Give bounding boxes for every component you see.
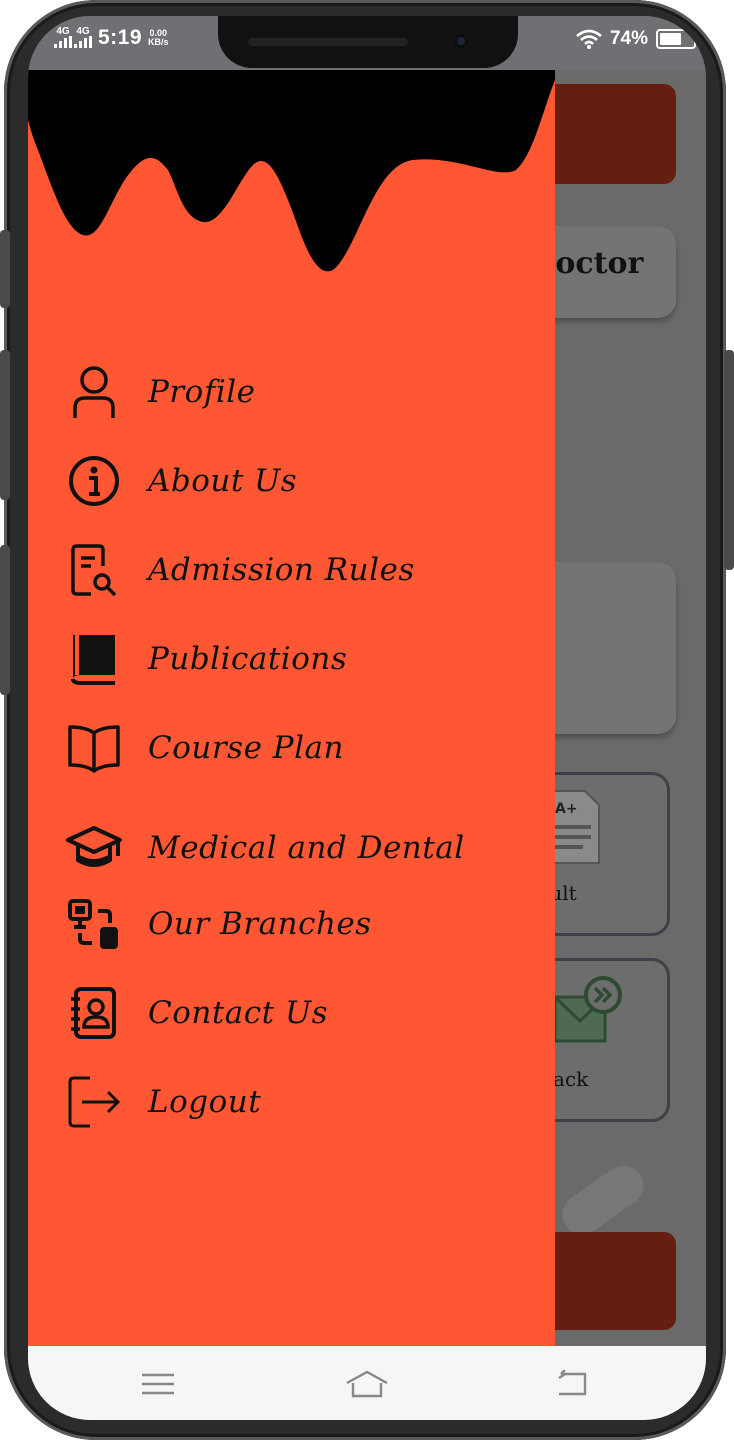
menu-item-profile[interactable]: Profile — [66, 360, 256, 424]
drawer-header-wave — [28, 70, 555, 272]
home-icon — [346, 1370, 388, 1398]
background-decoration — [554, 1157, 652, 1243]
menu-item-about-us[interactable]: About Us — [66, 449, 297, 513]
open-book-icon — [66, 720, 122, 776]
clock: 5:19 — [98, 26, 143, 49]
menu-item-label: Our Branches — [148, 906, 372, 942]
navigation-drawer: Profile About Us Admission Rules Publica… — [28, 70, 555, 1346]
wifi-icon — [576, 29, 602, 49]
menu-item-our-branches[interactable]: Our Branches — [66, 892, 372, 956]
svg-text:A+: A+ — [555, 801, 578, 817]
menu-icon — [142, 1373, 174, 1395]
branches-icon — [66, 896, 122, 952]
menu-item-label: Admission Rules — [148, 552, 415, 588]
menu-item-contact-us[interactable]: Contact Us — [66, 981, 328, 1045]
feedback-mail-icon — [553, 976, 622, 1043]
screen: 4G 4G 5:19 0.00 KB/s 74% loctor A+ Profi… — [28, 16, 706, 1420]
signal-icon: 4G 4G — [54, 26, 92, 50]
menu-item-admission-rules[interactable]: Admission Rules — [66, 538, 415, 602]
menu-item-label: Profile — [148, 374, 256, 410]
back-icon — [558, 1370, 587, 1396]
menu-item-label: Course Plan — [148, 730, 344, 766]
menu-item-label: Logout — [148, 1084, 262, 1120]
book-icon — [66, 631, 122, 687]
menu-item-label: Publications — [148, 641, 348, 677]
menu-item-label: Medical and Dental — [148, 830, 465, 866]
background-card-title: loctor — [544, 246, 644, 281]
profile-icon — [66, 364, 122, 420]
speed-unit: KB/s — [148, 37, 169, 47]
graduation-cap-icon — [66, 820, 122, 876]
menu-item-label: About Us — [148, 463, 298, 499]
volume-down-button — [0, 350, 10, 500]
front-camera — [454, 34, 468, 48]
system-nav-bar — [28, 1346, 706, 1420]
bixby-button — [0, 545, 10, 695]
menu-item-course-plan[interactable]: Course Plan — [66, 716, 344, 780]
logout-icon — [66, 1074, 122, 1130]
menu-item-logout[interactable]: Logout — [66, 1070, 261, 1134]
home-button[interactable] — [343, 1364, 391, 1404]
notch — [218, 16, 518, 68]
recent-apps-button[interactable] — [138, 1364, 178, 1404]
contact-book-icon — [66, 985, 122, 1041]
battery-percent: 74% — [609, 28, 648, 49]
back-button[interactable] — [552, 1364, 592, 1404]
network-speed: 0.00 KB/s — [148, 29, 169, 47]
menu-item-label: Contact Us — [148, 995, 328, 1031]
document-search-icon — [66, 542, 122, 598]
info-icon — [66, 453, 122, 509]
power-button — [724, 350, 734, 570]
speaker-grille — [248, 38, 408, 46]
menu-item-publications[interactable]: Publications — [66, 627, 347, 691]
menu-item-medical-and-dental[interactable]: Medical and Dental — [66, 816, 465, 880]
battery-icon — [656, 29, 699, 49]
volume-up-button — [0, 230, 10, 308]
